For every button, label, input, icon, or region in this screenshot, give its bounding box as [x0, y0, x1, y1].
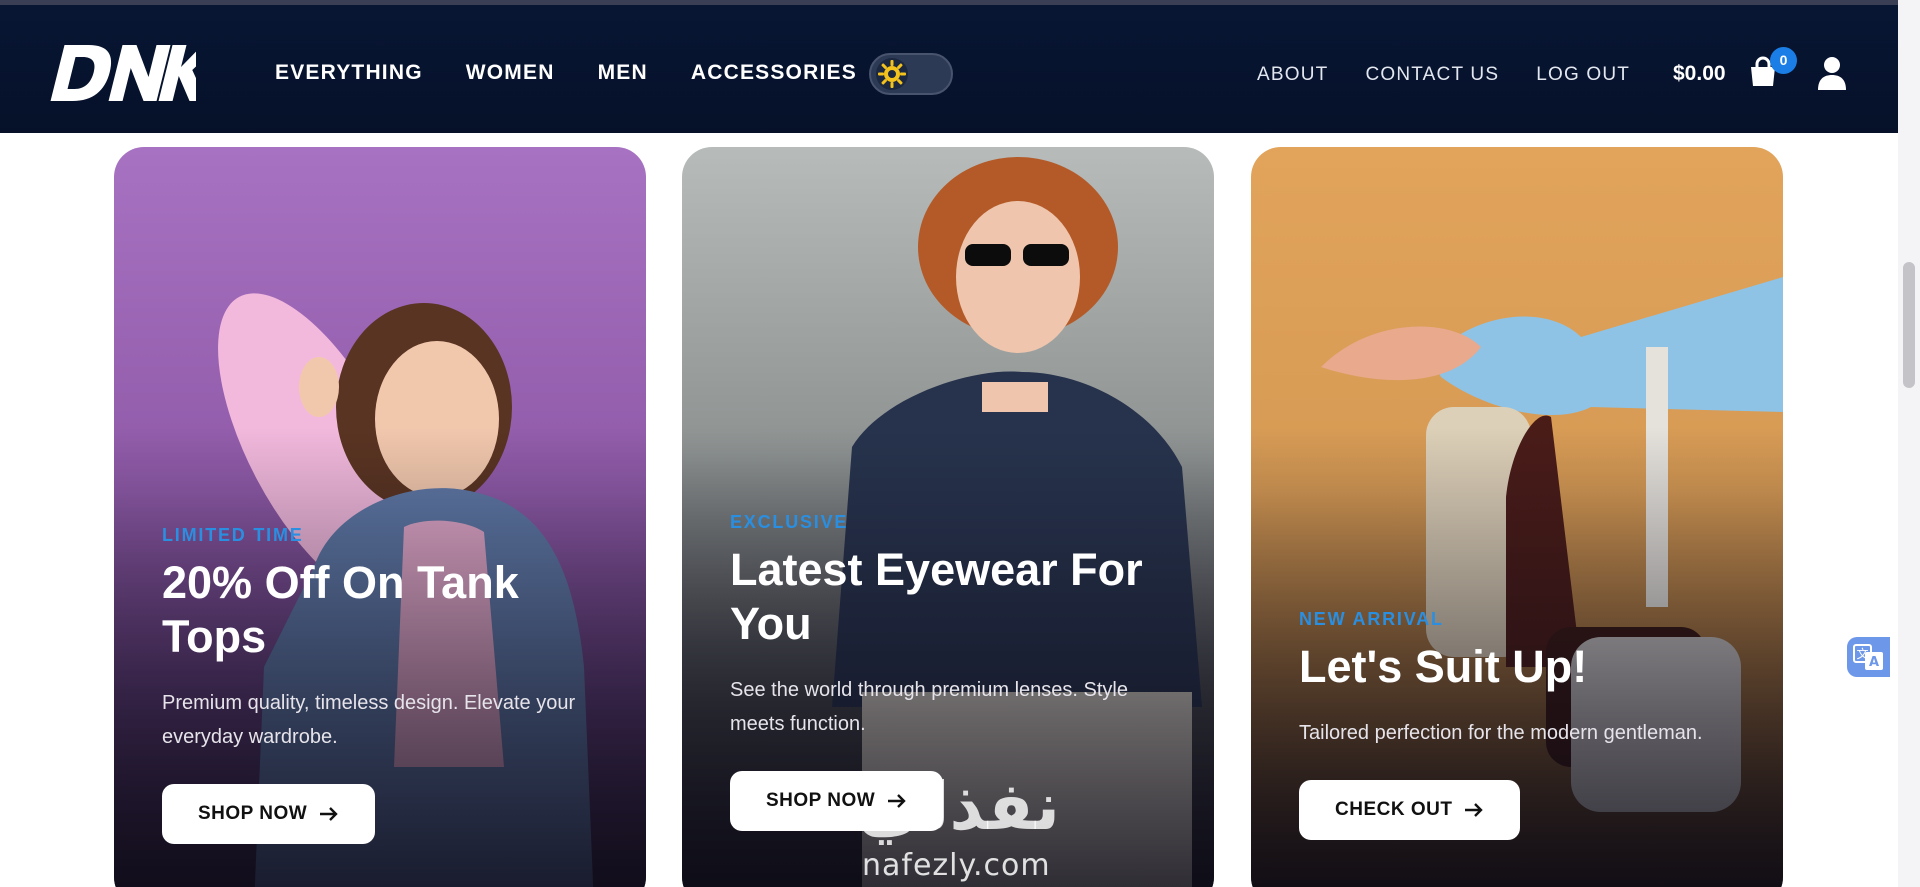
arrow-right-icon	[1465, 803, 1484, 817]
nav-log-out[interactable]: LOG OUT	[1536, 64, 1630, 86]
button-label: CHECK OUT	[1335, 799, 1453, 820]
scrollbar-thumb[interactable]	[1903, 262, 1915, 388]
shop-now-button[interactable]: SHOP NOW	[730, 771, 944, 831]
sun-icon	[876, 58, 908, 90]
card-tagline: LIMITED TIME	[162, 525, 304, 545]
shop-now-button[interactable]: SHOP NOW	[162, 784, 376, 844]
card-title: Latest Eyewear For You	[730, 544, 1143, 649]
arrow-right-icon	[888, 794, 906, 808]
secondary-navigation: ABOUT CONTACT US LOG OUT	[1257, 64, 1630, 86]
user-icon[interactable]	[1817, 56, 1847, 90]
card-description: Premium quality, timeless design. Elevat…	[162, 692, 576, 748]
card-tagline: NEW ARRIVAL	[1299, 609, 1444, 629]
card-description: See the world through premium lenses. St…	[730, 679, 1128, 735]
promo-card-eyewear[interactable]: EXCLUSIVE Latest Eyewear For You See the…	[682, 147, 1214, 887]
cart-total[interactable]: $0.00	[1673, 62, 1726, 86]
card-title: 20% Off On Tank Tops	[162, 557, 519, 662]
nav-men[interactable]: MEN	[598, 61, 648, 85]
main-navigation: EVERYTHING WOMEN MEN ACCESSORIES	[275, 61, 857, 85]
nav-accessories[interactable]: ACCESSORIES	[691, 61, 857, 85]
card-content: EXCLUSIVE Latest Eyewear For You See the…	[730, 512, 1174, 831]
card-tagline: EXCLUSIVE	[730, 512, 849, 532]
promo-card-suits[interactable]: NEW ARRIVAL Let's Suit Up! Tailored perf…	[1251, 147, 1783, 887]
check-out-button[interactable]: CHECK OUT	[1299, 780, 1521, 840]
nav-contact-us[interactable]: CONTACT US	[1365, 64, 1499, 86]
arrow-right-icon	[320, 807, 338, 821]
card-content: NEW ARRIVAL Let's Suit Up! Tailored perf…	[1299, 609, 1743, 840]
nav-women[interactable]: WOMEN	[466, 61, 555, 85]
translate-button[interactable]: 文 A	[1847, 637, 1890, 677]
svg-text:A: A	[1869, 655, 1879, 670]
nav-everything[interactable]: EVERYTHING	[275, 61, 423, 85]
nav-about[interactable]: ABOUT	[1257, 64, 1328, 86]
cart-count-badge: 0	[1770, 47, 1797, 74]
button-label: SHOP NOW	[766, 790, 876, 811]
dnk-logo[interactable]	[46, 39, 196, 105]
card-content: LIMITED TIME 20% Off On Tank Tops Premiu…	[162, 525, 606, 844]
card-title: Let's Suit Up!	[1299, 641, 1588, 692]
site-header: EVERYTHING WOMEN MEN ACCESSORIES ABOUT C…	[0, 0, 1898, 133]
card-description: Tailored perfection for the modern gentl…	[1299, 722, 1703, 744]
theme-toggle[interactable]	[869, 53, 953, 95]
page-scrollbar[interactable]	[1898, 0, 1920, 887]
button-label: SHOP NOW	[198, 803, 308, 824]
promo-card-tank-tops[interactable]: LIMITED TIME 20% Off On Tank Tops Premiu…	[114, 147, 646, 887]
translate-icon: 文 A	[1853, 644, 1883, 670]
